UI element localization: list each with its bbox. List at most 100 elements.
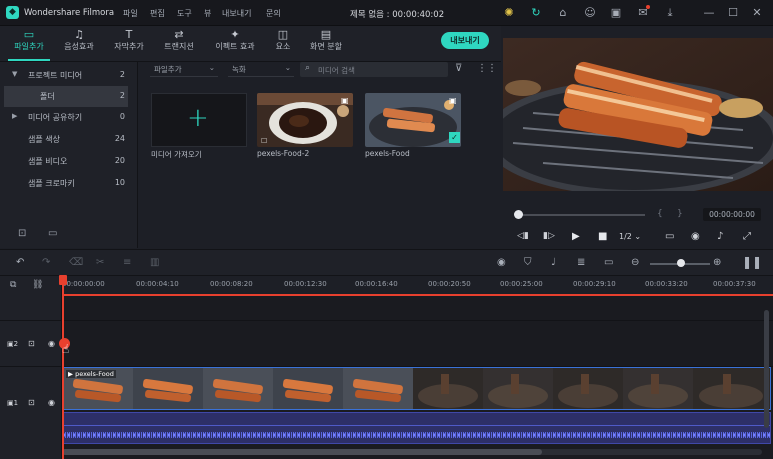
filter-icon[interactable]: ⊽ <box>455 63 462 74</box>
tab-import-media[interactable]: ▭ 파일추가 <box>8 28 50 60</box>
video-clip[interactable]: ▶ pexels-Food <box>62 367 771 410</box>
ruler-tick: 00:00:33:20 <box>645 280 688 288</box>
snapshot-icon[interactable]: ◉ <box>691 231 700 242</box>
notification-dot <box>646 5 650 9</box>
play-icon[interactable]: ▶ <box>572 231 580 242</box>
search-placeholder: 미디어 검색 <box>318 66 355 75</box>
clip-filmstrip-image <box>63 368 770 409</box>
marker-icon[interactable]: ⛉ <box>524 257 532 268</box>
render-icon[interactable]: ◉ <box>497 257 506 268</box>
zoom-out-icon[interactable]: ⊖ <box>631 257 639 268</box>
eye-icon[interactable]: ◉ <box>48 339 55 348</box>
speed-select[interactable]: 1/2 ⌄ <box>619 232 641 241</box>
download-icon[interactable]: ⤓ <box>663 6 677 20</box>
progress-handle[interactable] <box>514 210 523 219</box>
tab-split-screen[interactable]: ▤ 화면 분할 <box>304 28 348 60</box>
tab-label: 화면 분할 <box>310 42 342 51</box>
menu-export[interactable]: 내보내기 <box>222 8 251 19</box>
step-forward-icon[interactable]: ▮▷ <box>543 231 555 241</box>
save-icon[interactable]: ▣ <box>609 6 623 20</box>
maximize-icon[interactable]: ☐ <box>726 6 740 20</box>
sidebar-item-count: 0 <box>119 112 125 121</box>
preview-progress-track[interactable] <box>515 214 645 216</box>
sidebar-item-project-media[interactable]: ▼ 프로젝트 미디어 2 <box>0 65 137 86</box>
menu-view[interactable]: 뷰 <box>204 8 211 19</box>
media-thumbnail-food[interactable] <box>365 93 461 147</box>
monitor-icon[interactable]: ▭ <box>665 231 674 242</box>
dropdown-label: 파일추가 <box>154 65 182 74</box>
link-icon[interactable]: ⛓ <box>32 280 43 290</box>
sidebar-item-sample-videos[interactable]: 샘플 비디오 20 <box>0 151 137 172</box>
filmora-window: ◆ Wondershare Filmora 파일 편집 도구 뷰 내보내기 문의… <box>0 0 773 459</box>
mark-in-icon[interactable]: { <box>657 209 663 219</box>
menu-tools[interactable]: 도구 <box>177 8 192 19</box>
lock-icon[interactable]: ⊡ <box>28 398 35 407</box>
fullscreen-icon[interactable]: ⤢ <box>743 231 751 242</box>
folder-icon: ▭ <box>23 28 35 41</box>
media-check-icon[interactable]: ✓ <box>449 132 460 143</box>
grid-view-icon[interactable]: ⋮⋮ <box>477 63 497 74</box>
sidebar-item-folder[interactable]: 폴더 2 <box>4 86 128 107</box>
search-input[interactable]: ⌕ 미디어 검색 <box>300 62 448 77</box>
folder-icon[interactable]: ▭ <box>48 228 57 239</box>
filmora-logo-icon: ◆ <box>6 6 19 19</box>
tab-effects[interactable]: ✦ 이펙트 효과 <box>208 28 262 60</box>
vertical-scrollbar[interactable] <box>764 310 769 428</box>
active-tab-underline <box>8 59 50 61</box>
mark-out-icon[interactable]: } <box>677 209 683 219</box>
subtitle-icon[interactable]: ▭ <box>604 257 613 268</box>
import-dropdown[interactable]: 파일추가 ⌄ <box>150 62 218 77</box>
playhead-handle[interactable] <box>59 275 67 285</box>
ruler-tick: 00:00:08:20 <box>210 280 253 288</box>
video-type-icon: ▣ <box>449 96 457 105</box>
preview-frame-image <box>503 38 773 191</box>
export-button[interactable]: 내보내기 <box>441 32 489 49</box>
audio-wave-icon[interactable]: ▥ <box>150 257 159 268</box>
sidebar-item-sample-colors[interactable]: 샘플 색상 24 <box>0 129 137 150</box>
menu-file[interactable]: 파일 <box>123 8 138 19</box>
ruler-tick: 00:00:00:00 <box>62 280 105 288</box>
media-thumbnail-food-2[interactable] <box>257 93 353 147</box>
close-icon[interactable]: ✕ <box>750 6 764 20</box>
lock-icon[interactable]: ⊡ <box>28 339 35 348</box>
elements-icon: ◫ <box>277 28 289 41</box>
tab-audio[interactable]: ♫ 음성효과 <box>58 28 100 60</box>
eye-icon[interactable]: ◉ <box>48 398 55 407</box>
stop-icon[interactable]: ■ <box>598 231 607 242</box>
microphone-icon[interactable]: ♩ <box>551 257 556 268</box>
step-back-icon[interactable]: ◁▮ <box>517 231 529 241</box>
tab-transitions[interactable]: ⇄ 트랜지션 <box>158 28 200 60</box>
lightbulb-icon[interactable]: ✺ <box>502 6 516 20</box>
menu-help[interactable]: 문의 <box>266 8 281 19</box>
delete-icon[interactable]: ⌫ <box>69 257 83 268</box>
sidebar-item-sample-chroma[interactable]: 샘플 크로마키 10 <box>0 173 137 194</box>
redo-icon[interactable]: ↷ <box>42 257 50 268</box>
sidebar-item-count: 10 <box>114 178 125 187</box>
gift-icon[interactable]: ⌂ <box>556 6 570 20</box>
zoom-in-icon[interactable]: ⊕ <box>713 257 721 268</box>
tab-titles[interactable]: T 자막추가 <box>108 28 150 60</box>
sidebar-item-label: 샘플 크로마키 <box>28 179 75 188</box>
preview-window <box>503 38 773 191</box>
undo-icon[interactable]: ↶ <box>16 257 24 268</box>
refresh-icon[interactable]: ↻ <box>529 6 543 20</box>
tab-elements[interactable]: ◫ 요소 <box>270 28 296 60</box>
add-track-icon[interactable]: ⧉ <box>10 280 16 290</box>
account-icon[interactable]: ☺ <box>583 6 597 20</box>
new-folder-icon[interactable]: ⊡ <box>18 228 26 239</box>
audio-clip[interactable] <box>62 412 771 444</box>
menu-edit[interactable]: 편집 <box>150 8 165 19</box>
zoom-slider-handle[interactable] <box>677 259 685 267</box>
voiceover-icon[interactable]: ≣ <box>577 257 585 268</box>
scrollbar-thumb[interactable] <box>62 449 542 455</box>
pause-bars-icon[interactable]: ❚❚ <box>742 255 762 269</box>
minimize-icon[interactable]: — <box>702 6 716 20</box>
adjust-icon[interactable]: ≡ <box>123 257 131 268</box>
record-dropdown[interactable]: 녹화 ⌄ <box>228 62 294 77</box>
timeline-toolbar: ↶ ↷ ⌫ ✂ ≡ ▥ ◉ ⛉ ♩ ≣ ▭ ⊖ ⊕ ❚❚ <box>0 249 773 276</box>
volume-icon[interactable]: ♪ <box>717 231 723 242</box>
sidebar-item-shared-media[interactable]: ▶ 미디어 공유하기 0 <box>0 107 137 128</box>
playhead[interactable] <box>62 276 64 459</box>
cut-icon[interactable]: ✂ <box>96 257 104 268</box>
sidebar-item-label: 샘플 색상 <box>28 135 60 144</box>
